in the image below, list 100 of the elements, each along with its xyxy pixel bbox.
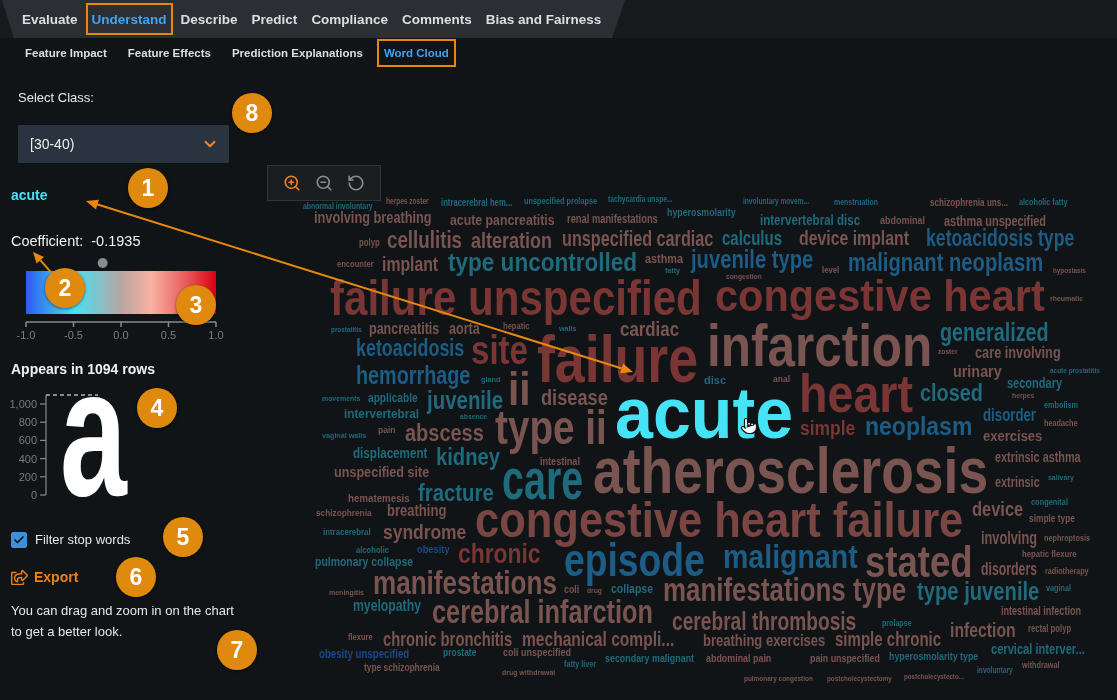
class-dropdown[interactable]: [30-40)	[18, 125, 229, 163]
cloud-word[interactable]: extrinsic	[995, 476, 1040, 490]
cloud-word[interactable]: intracerebral	[323, 529, 371, 538]
cloud-word[interactable]: anal	[773, 376, 790, 385]
cloud-word[interactable]: abdominal pain	[706, 654, 772, 665]
cloud-word[interactable]: vaginal walls	[322, 433, 367, 441]
cloud-word[interactable]: secondary malignant	[605, 653, 695, 665]
cloud-word[interactable]: meningitis	[329, 590, 364, 598]
cloud-word[interactable]: abscess	[405, 425, 484, 447]
cloud-word[interactable]: manifestations	[373, 569, 557, 596]
cloud-word[interactable]: vaginal	[1046, 585, 1071, 594]
cloud-word[interactable]: ketoacidosis type	[926, 229, 1075, 252]
cloud-word[interactable]: movements	[322, 396, 361, 404]
cloud-word[interactable]: pulmonary congestion	[744, 676, 813, 684]
cloud-word[interactable]: involuntary	[977, 667, 1013, 676]
cloud-word[interactable]: acute	[615, 386, 794, 442]
cloud-word[interactable]: drug	[587, 588, 602, 596]
cloud-word[interactable]: intestinal infection	[1001, 607, 1081, 619]
cloud-word[interactable]: infection	[950, 621, 1016, 642]
cloud-word[interactable]: hypostasis	[1053, 268, 1086, 276]
cloud-word[interactable]: hyperosmolarity type	[889, 651, 979, 663]
cloud-word[interactable]: cervical interver...	[991, 643, 1085, 658]
cloud-word[interactable]: collapse	[611, 583, 654, 596]
cloud-word[interactable]: simple chronic	[835, 632, 942, 652]
cloud-word[interactable]: coli	[564, 585, 580, 596]
cloud-word[interactable]: pain unspecified	[810, 654, 880, 665]
cloud-word[interactable]: intervertebral	[344, 408, 420, 421]
nav-tab[interactable]: Comments	[395, 3, 478, 35]
cloud-word[interactable]: obesity	[417, 544, 450, 556]
cloud-word[interactable]: atherosclerosis	[593, 447, 989, 497]
cloud-word[interactable]: neoplasm	[865, 417, 973, 442]
cloud-word[interactable]: fatty	[665, 268, 680, 276]
cloud-word[interactable]: acute prostatitis	[1050, 368, 1100, 376]
cloud-word[interactable]: intestinal	[540, 457, 580, 468]
cloud-word[interactable]: embolism	[1044, 402, 1078, 411]
sub-tab[interactable]: Prediction Explanations	[224, 39, 370, 67]
cloud-word[interactable]: simple	[800, 421, 856, 441]
cloud-word[interactable]: withdrawal	[1022, 662, 1060, 671]
cloud-word[interactable]: cerebral thrombosis	[672, 611, 857, 631]
cloud-word[interactable]: breathing exercises	[703, 635, 826, 651]
cloud-word[interactable]: type juvenile	[917, 581, 1040, 606]
cloud-word[interactable]: abdominal	[880, 215, 925, 227]
stop-words-checkbox[interactable]	[11, 532, 27, 548]
cloud-word[interactable]: tachycardia unspe...	[608, 196, 673, 205]
cloud-word[interactable]: disorder	[983, 408, 1036, 426]
cloud-word[interactable]: malignant neoplasm	[848, 253, 1044, 278]
cloud-word[interactable]: absence	[460, 414, 488, 422]
cloud-word[interactable]: radiotherapy	[1045, 568, 1089, 577]
cloud-word[interactable]: pain	[378, 427, 396, 436]
cloud-word[interactable]: juvenile type	[691, 249, 814, 274]
cloud-word[interactable]: hyperosmolarity	[667, 207, 736, 219]
cloud-word[interactable]: prolapse	[882, 620, 912, 629]
cloud-word[interactable]: fatty liver	[564, 661, 597, 670]
cloud-word[interactable]: disorders	[981, 562, 1037, 580]
nav-tab[interactable]: Evaluate	[16, 3, 84, 35]
cloud-word[interactable]: generalized	[940, 322, 1049, 347]
cloud-word[interactable]: pulmonary collapse	[315, 556, 414, 569]
nav-tab[interactable]: Describe	[174, 3, 244, 35]
cloud-word[interactable]: ii	[508, 372, 531, 408]
cloud-word[interactable]: rectal polyp	[1028, 624, 1072, 635]
cloud-word[interactable]: care	[502, 467, 584, 501]
cloud-word[interactable]: zoster	[938, 349, 958, 357]
sub-tab[interactable]: Feature Effects	[120, 39, 218, 67]
cloud-word[interactable]: syndrome	[383, 523, 467, 544]
cloud-word[interactable]: breathing	[387, 503, 447, 520]
cloud-word[interactable]: applicable	[368, 392, 418, 405]
cloud-word[interactable]: hematemesis	[348, 493, 410, 505]
cloud-word[interactable]: exercises	[983, 430, 1043, 445]
nav-tab[interactable]: Understand	[85, 3, 173, 35]
cloud-word[interactable]: displacement	[353, 447, 428, 461]
cloud-word[interactable]: intervertebral disc	[760, 214, 861, 229]
cloud-word[interactable]: juvenile	[427, 390, 504, 415]
nav-tab[interactable]: Compliance	[305, 3, 394, 35]
cloud-word[interactable]: simple type	[1029, 514, 1076, 525]
cloud-word[interactable]: schizophrenia	[316, 510, 372, 519]
cloud-word[interactable]: asthma	[645, 255, 684, 267]
cloud-word[interactable]: level	[822, 267, 840, 276]
cloud-word[interactable]: heart	[799, 372, 914, 414]
cloud-word[interactable]: alcoholic fatty	[1019, 199, 1068, 208]
sub-tab[interactable]: Word Cloud	[376, 39, 456, 67]
export-button[interactable]: Export	[11, 568, 79, 586]
cloud-word[interactable]: disease	[541, 389, 608, 407]
sub-tab[interactable]: Feature Impact	[18, 39, 114, 67]
cloud-word[interactable]: obesity unspecified	[319, 648, 410, 661]
cloud-word[interactable]: device	[972, 502, 1024, 522]
cloud-word[interactable]: coli unspecified	[503, 647, 572, 659]
cloud-word[interactable]: rheumatic	[1050, 296, 1084, 304]
cloud-word[interactable]: postcholecystecto...	[904, 674, 964, 682]
cloud-word[interactable]: stated	[865, 544, 973, 579]
cloud-word[interactable]: alcoholic	[356, 547, 389, 556]
cloud-word[interactable]: care involving	[975, 347, 1061, 363]
cloud-word[interactable]: congenital	[1031, 499, 1068, 508]
nav-tab[interactable]: Bias and Fairness	[479, 3, 608, 35]
cloud-word[interactable]: prostate	[443, 648, 477, 659]
cloud-word[interactable]: hepatic flexure	[1022, 551, 1077, 560]
cloud-word[interactable]: drug withdrawal	[502, 670, 556, 678]
cloud-word[interactable]: device implant	[799, 231, 909, 251]
cloud-word[interactable]: closed	[920, 384, 984, 403]
cloud-word[interactable]: disc	[704, 375, 726, 387]
cloud-word[interactable]: infarction	[707, 323, 933, 370]
